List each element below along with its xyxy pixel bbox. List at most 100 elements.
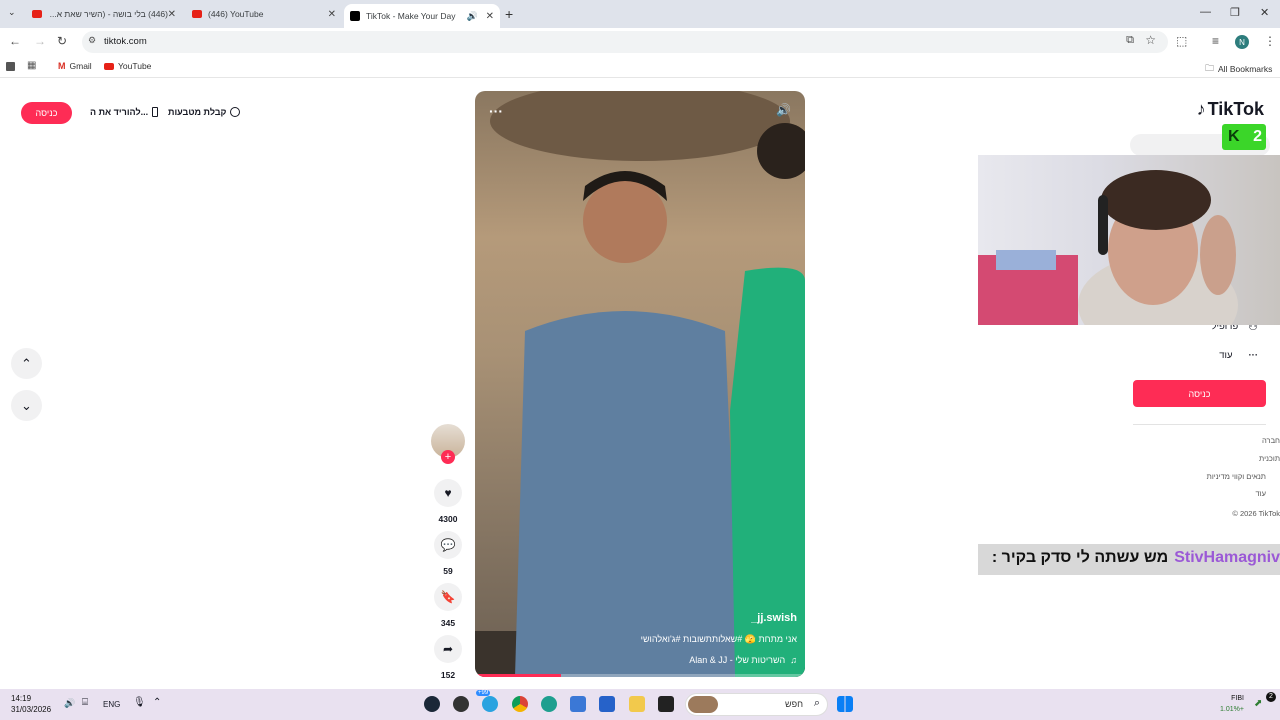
ticker-user: StivHamagniv xyxy=(1174,549,1280,566)
edge-icon[interactable] xyxy=(541,696,557,712)
save-button[interactable]: 🔖 345 xyxy=(430,583,466,628)
next-video-button[interactable]: ⌄ xyxy=(11,390,42,421)
tab-tiktok[interactable]: TikTok - Make Your Day 🔊 ✕ xyxy=(344,4,500,28)
forward-icon[interactable]: → xyxy=(34,34,46,48)
video-username[interactable]: _jj.swish xyxy=(751,612,797,624)
tiktok-logo[interactable]: ♪ TikTok xyxy=(1197,99,1264,120)
bookmarks-bar: ▦ M Gmail YouTube 🗀 All Bookmarks xyxy=(0,56,1280,78)
login-button[interactable]: כניסה xyxy=(21,102,72,124)
get-coins-label: קבלת מטבעות xyxy=(168,107,227,117)
video-music[interactable]: Alan & JJ - השריטות שלי ♫ xyxy=(689,655,797,665)
tray-chevron-icon[interactable]: ⌃ xyxy=(153,697,161,708)
sidebar-login-button[interactable]: כניסה xyxy=(1133,380,1266,407)
logo-text: TikTok xyxy=(1207,99,1264,119)
mail-icon[interactable] xyxy=(570,696,586,712)
back-icon[interactable]: ← xyxy=(9,34,21,48)
folder-icon: 🗀 xyxy=(1205,63,1215,73)
tab-youtube-song[interactable]: (446) בלי בושה - (השיר שאת א... ✕ xyxy=(26,4,182,24)
window-close-icon[interactable]: ✕ xyxy=(1260,6,1269,19)
clock-date: 31/03/2026 xyxy=(11,705,52,714)
stock-name: FIBI xyxy=(1231,695,1244,702)
close-tab-icon[interactable]: ✕ xyxy=(168,9,176,20)
youtube-icon xyxy=(192,10,202,18)
bookmark-label: Gmail xyxy=(69,61,92,71)
menu-kebab-icon[interactable]: ⋮ xyxy=(1264,34,1276,48)
new-tab-icon[interactable]: + xyxy=(505,6,513,22)
video-progress-track[interactable] xyxy=(475,674,805,677)
store-icon[interactable] xyxy=(599,696,615,712)
previous-video-button[interactable]: ⌃ xyxy=(11,348,42,379)
get-coins-button[interactable]: קבלת מטבעות xyxy=(168,107,241,117)
hand-shape xyxy=(1200,215,1236,295)
all-bookmarks[interactable]: 🗀 All Bookmarks xyxy=(1205,61,1272,77)
url-text[interactable]: tiktok.com xyxy=(104,36,147,47)
music-title: Alan & JJ - השריטות שלי xyxy=(689,655,786,665)
speaker-icon[interactable]: 🔊 xyxy=(64,698,75,709)
comment-button[interactable]: 💬 59 xyxy=(430,531,466,576)
video-player[interactable]: ··· 🔊 _jj.swish אני מתחת 🫣 #שאלותתשובות … xyxy=(475,91,805,677)
save-count: 345 xyxy=(440,618,456,628)
youtube-icon xyxy=(32,10,42,18)
notification-count[interactable]: 2 xyxy=(1266,692,1276,702)
like-button[interactable]: ♥ 4300 xyxy=(430,479,466,524)
volume-icon[interactable]: 🔊 xyxy=(776,103,791,117)
download-app-button[interactable]: להוריד את ה... xyxy=(90,107,159,117)
share-count: 152 xyxy=(440,670,456,680)
kick-badge: K 2 xyxy=(1222,124,1266,150)
ceiling-shape xyxy=(490,91,790,161)
more-options-icon[interactable]: ··· xyxy=(489,103,503,119)
webcam-overlay xyxy=(978,155,1280,325)
tab-search-chevron-icon[interactable]: ⌄ xyxy=(8,7,16,18)
bookmark-youtube[interactable]: YouTube xyxy=(104,61,151,71)
reload-icon[interactable]: ↻ xyxy=(57,34,67,48)
microphone-icon[interactable]: 🎙 xyxy=(133,697,146,708)
site-info-icon[interactable]: ⚙ xyxy=(88,35,96,46)
file-explorer-icon[interactable] xyxy=(629,696,645,712)
language-indicator[interactable]: ENG xyxy=(103,700,120,709)
share-button[interactable]: ➦ 152 xyxy=(430,635,466,680)
close-tab-icon[interactable]: ✕ xyxy=(486,11,494,22)
search-icon: ⌕ xyxy=(813,697,820,709)
grid-icon[interactable]: ▦ xyxy=(27,60,36,71)
start-icon[interactable] xyxy=(837,696,853,712)
address-bar[interactable]: ⚙ tiktok.com ⧉ ☆ xyxy=(82,31,1168,53)
terminal-icon[interactable] xyxy=(658,696,674,712)
reading-list-icon[interactable]: ≡ xyxy=(1212,34,1219,48)
bookmark-gmail[interactable]: M Gmail xyxy=(58,61,92,71)
footer-link[interactable]: תוכנית xyxy=(1259,454,1280,463)
chevron-up-icon: ⌃ xyxy=(21,355,32,371)
sidebar-item-more[interactable]: עוד ··· xyxy=(1219,350,1258,361)
steam-icon[interactable] xyxy=(424,696,440,712)
creator-avatar[interactable]: + xyxy=(430,424,466,464)
profile-avatar[interactable]: N xyxy=(1235,35,1249,49)
chrome-icon[interactable] xyxy=(512,696,528,712)
bookmark-star-icon[interactable]: ☆ xyxy=(1145,33,1156,47)
tab-youtube[interactable]: (446) YouTube ✕ xyxy=(186,4,342,24)
telegram-icon[interactable] xyxy=(482,696,498,712)
chevron-down-icon: ⌄ xyxy=(21,397,32,413)
youtube-icon xyxy=(104,62,114,70)
browser-toolbar: ← → ↻ ⚙ tiktok.com ⧉ ☆ ⬚ ≡ N ⋮ xyxy=(0,28,1280,56)
install-icon[interactable]: ⧉ xyxy=(1126,34,1134,47)
speaker-icon[interactable]: 🔊 xyxy=(467,11,478,22)
extensions-icon[interactable]: ⬚ xyxy=(1176,34,1187,48)
stock-change: 1.01%+ xyxy=(1220,706,1244,713)
restore-icon[interactable]: ❐ xyxy=(1230,6,1240,19)
all-bookmarks-label: All Bookmarks xyxy=(1218,64,1273,74)
footer-link[interactable]: תנאים וקווי מדיניות xyxy=(1207,472,1266,481)
footer-link[interactable]: חברה xyxy=(1262,436,1280,445)
stock-widget[interactable]: FIBI 1.01%+ xyxy=(1220,693,1244,715)
app-icon[interactable] xyxy=(453,696,469,712)
search-highlight-image xyxy=(688,696,718,713)
minimize-icon[interactable]: — xyxy=(1200,6,1211,18)
taskbar-search[interactable]: חפש ⌕ xyxy=(685,693,828,716)
apps-icon[interactable] xyxy=(6,62,15,71)
close-tab-icon[interactable]: ✕ xyxy=(328,9,336,20)
footer-link[interactable]: עוד xyxy=(1256,489,1266,498)
network-icon[interactable]: ⌸ xyxy=(82,697,88,708)
clock[interactable]: 14:19 31/03/2026 xyxy=(11,693,51,715)
follow-plus-icon[interactable]: + xyxy=(441,450,455,464)
webcam-frame xyxy=(978,170,1238,325)
gmail-icon: M xyxy=(58,61,66,71)
phone-icon xyxy=(152,107,159,117)
